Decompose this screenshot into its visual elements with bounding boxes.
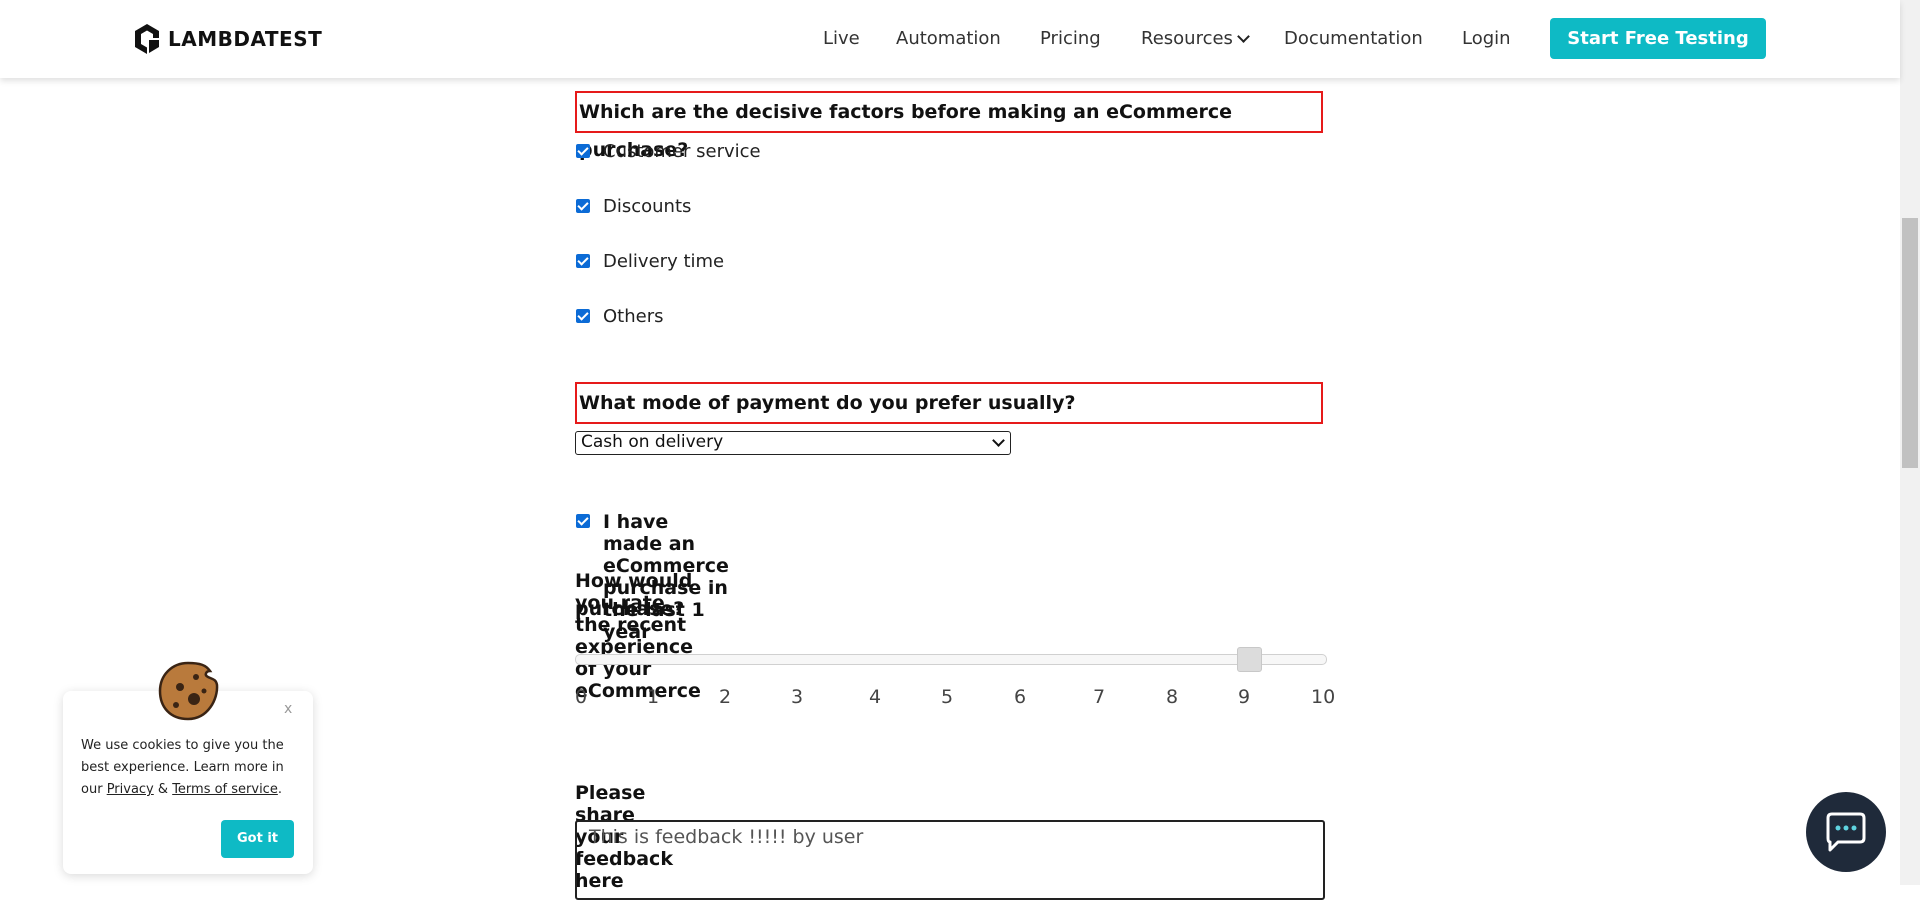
option-others: Others xyxy=(603,306,664,327)
terms-link[interactable]: Terms of service xyxy=(172,782,278,797)
nav-documentation[interactable]: Documentation xyxy=(1284,24,1423,54)
rating-tick-5: 5 xyxy=(941,686,954,708)
chat-icon xyxy=(1826,812,1866,852)
rating-tick-6: 6 xyxy=(1014,686,1027,708)
logo-text: LAMBDATEST xyxy=(168,27,323,51)
payment-mode-select[interactable]: Cash on delivery xyxy=(575,431,1011,455)
nav-pricing[interactable]: Pricing xyxy=(1040,24,1101,54)
payment-selected-value: Cash on delivery xyxy=(581,432,724,452)
rating-tick-8: 8 xyxy=(1166,686,1179,708)
checkbox-delivery-time[interactable] xyxy=(576,254,590,268)
option-discounts: Discounts xyxy=(603,196,692,217)
lambdatest-logo-icon xyxy=(135,24,159,54)
nav-resources-label: Resources xyxy=(1141,28,1233,49)
privacy-link[interactable]: Privacy xyxy=(107,782,154,797)
rating-tick-9: 9 xyxy=(1238,686,1251,708)
rating-tick-2: 2 xyxy=(719,686,732,708)
rating-question-line1: How would you rate the recent experience… xyxy=(575,570,701,702)
scrollbar-thumb[interactable] xyxy=(1902,218,1918,468)
cookie-close-button[interactable]: x xyxy=(284,701,292,717)
feedback-value: This is feedback !!!!! by user xyxy=(589,826,864,848)
checkbox-discounts[interactable] xyxy=(576,199,590,213)
nav-resources[interactable]: Resources xyxy=(1141,24,1250,54)
rating-slider-thumb[interactable] xyxy=(1237,647,1262,672)
rating-slider[interactable] xyxy=(575,654,1327,665)
rating-tick-7: 7 xyxy=(1093,686,1106,708)
question-payment-mode: What mode of payment do you prefer usual… xyxy=(575,382,1323,424)
option-customer-service: Customer service xyxy=(603,141,761,162)
start-free-testing-button[interactable]: Start Free Testing xyxy=(1550,18,1766,59)
cookie-icon xyxy=(158,661,219,721)
nav-login[interactable]: Login xyxy=(1462,24,1511,54)
site-header: LAMBDATEST Live Automation Pricing Resou… xyxy=(0,0,1900,78)
cookie-dot: . xyxy=(277,782,282,797)
rating-tick-10: 10 xyxy=(1311,686,1336,708)
option-delivery-time: Delivery time xyxy=(603,251,725,272)
checkbox-others[interactable] xyxy=(576,309,590,323)
chevron-down-icon xyxy=(992,434,1005,447)
nav-live[interactable]: Live xyxy=(823,24,860,54)
nav-automation[interactable]: Automation xyxy=(896,24,1001,54)
got-it-button[interactable]: Got it xyxy=(221,820,294,858)
rating-tick-4: 4 xyxy=(869,686,882,708)
feedback-textarea[interactable]: This is feedback !!!!! by user xyxy=(575,820,1325,900)
rating-tick-3: 3 xyxy=(791,686,804,708)
rating-question-line2: purchase? xyxy=(575,598,685,620)
question-decisive-factors: Which are the decisive factors before ma… xyxy=(575,91,1323,161)
lambdatest-logo[interactable]: LAMBDATEST xyxy=(132,22,322,56)
checkbox-customer-service[interactable] xyxy=(576,144,590,158)
chat-widget-button[interactable] xyxy=(1806,792,1886,872)
checkbox-purchase-last-year[interactable] xyxy=(576,514,590,528)
cookie-message: We use cookies to give you the best expe… xyxy=(81,735,293,801)
chevron-down-icon xyxy=(1237,30,1250,43)
cookie-amp: & xyxy=(157,782,169,797)
rating-tick-1: 1 xyxy=(647,686,660,708)
rating-tick-0: 0 xyxy=(575,686,588,708)
